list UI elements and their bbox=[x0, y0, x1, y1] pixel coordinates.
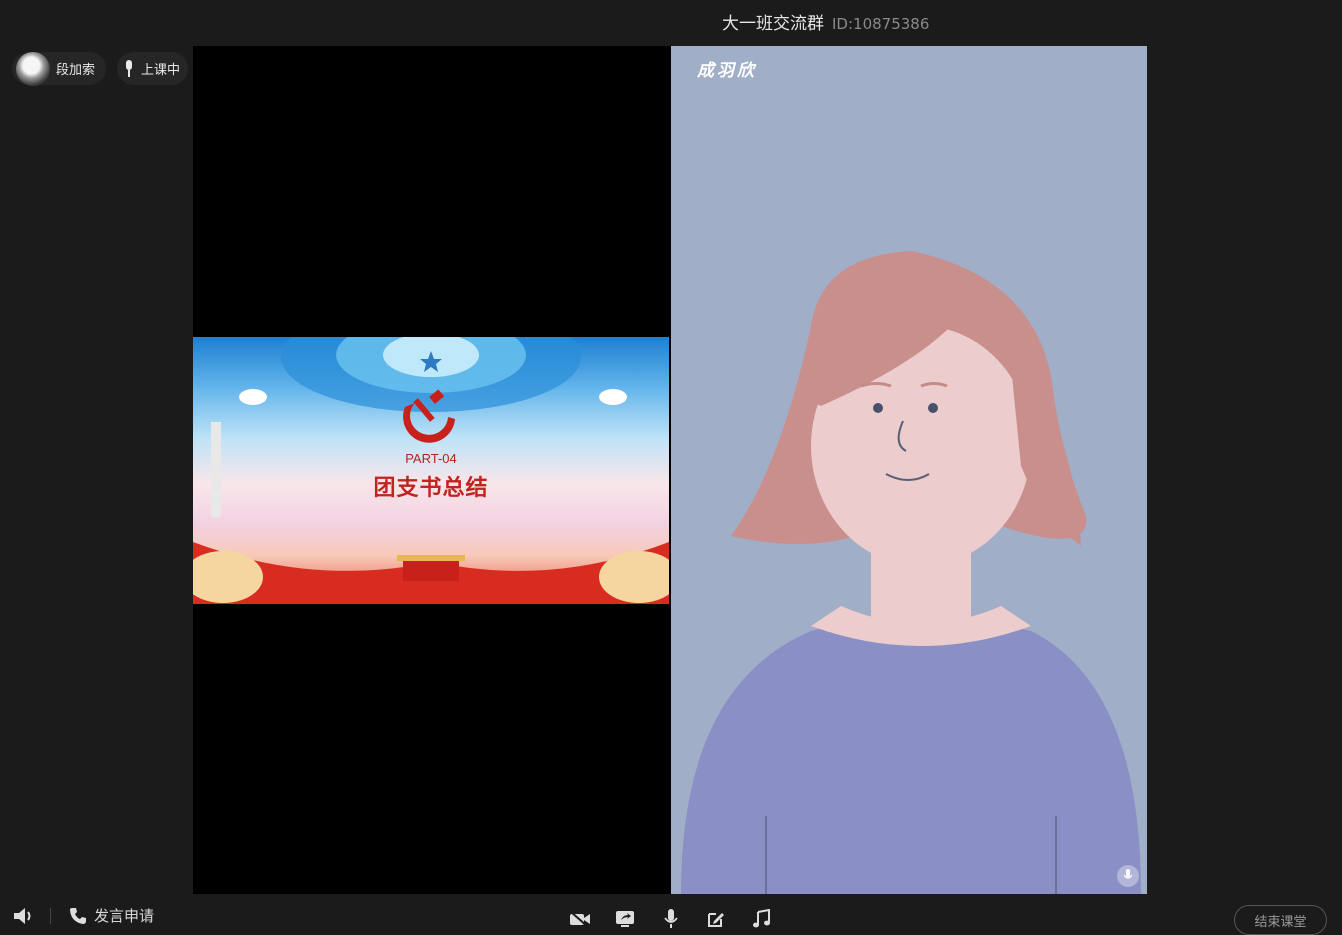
phone-icon bbox=[70, 907, 86, 924]
slide-title: 团支书总结 bbox=[373, 476, 489, 501]
title-bar: 大一班交流群 ID:10875386 bbox=[0, 0, 1342, 44]
speaker-avatar-illustration bbox=[681, 251, 1141, 894]
toolbar-separator bbox=[50, 908, 51, 924]
edit-icon[interactable] bbox=[704, 908, 728, 930]
class-status-badge: 上课中 bbox=[117, 52, 188, 85]
speaker-video-panel[interactable]: 成羽欣 bbox=[671, 46, 1147, 894]
shared-screen-panel: PART-04 团支书总结 bbox=[193, 46, 669, 894]
microphone-icon bbox=[123, 59, 135, 79]
music-icon[interactable] bbox=[749, 908, 773, 930]
group-name: 大一班交流群 bbox=[722, 14, 824, 34]
group-title: 大一班交流群 ID:10875386 bbox=[722, 9, 929, 34]
class-status-label: 上课中 bbox=[141, 63, 181, 78]
teacher-badge[interactable]: 段加索 bbox=[12, 51, 106, 86]
volume-icon[interactable] bbox=[12, 906, 36, 930]
teacher-name: 段加索 bbox=[56, 63, 96, 78]
camera-off-icon[interactable] bbox=[568, 908, 592, 930]
speaker-mic-icon bbox=[1117, 865, 1139, 887]
bottom-toolbar: 发言申请 结束课堂 bbox=[0, 896, 1342, 935]
avatar bbox=[16, 51, 50, 86]
end-class-button[interactable]: 结束课堂 bbox=[1234, 905, 1327, 935]
share-screen-icon[interactable] bbox=[613, 908, 637, 930]
group-id: ID:10875386 bbox=[832, 15, 930, 33]
slide: PART-04 团支书总结 bbox=[193, 337, 669, 604]
speak-request-label: 发言申请 bbox=[94, 907, 155, 925]
slide-part-label: PART-04 bbox=[405, 451, 457, 466]
microphone-icon[interactable] bbox=[659, 908, 683, 930]
speak-request-button[interactable]: 发言申请 bbox=[69, 905, 154, 926]
